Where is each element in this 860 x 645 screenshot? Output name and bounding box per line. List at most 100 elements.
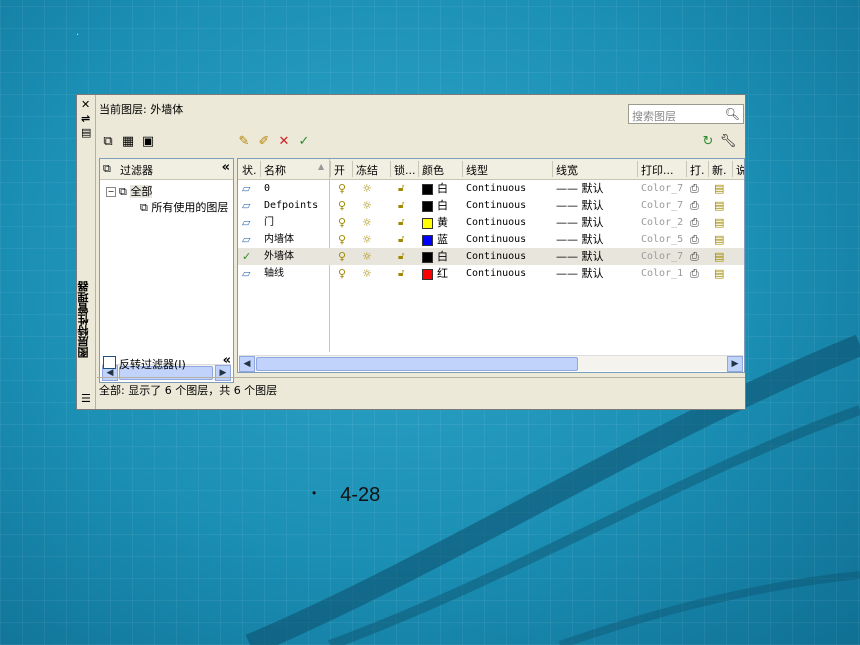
- column-header[interactable]: 开: [334, 162, 345, 178]
- new-vp-freeze-icon[interactable]: ▤: [714, 181, 724, 196]
- new-filter-icon[interactable]: ⧉: [99, 132, 117, 150]
- on-bulb-icon[interactable]: ♀: [338, 181, 346, 196]
- column-header[interactable]: 说: [736, 162, 744, 178]
- column-header[interactable]: 冻结: [356, 162, 378, 178]
- linetype[interactable]: Continuous: [466, 249, 526, 264]
- new-vp-freeze-icon[interactable]: ▤: [714, 215, 724, 230]
- on-bulb-icon[interactable]: ♀: [338, 266, 346, 281]
- plot-printer-icon[interactable]: ⎙: [690, 249, 699, 264]
- lineweight[interactable]: —— 默认: [556, 266, 604, 281]
- linetype[interactable]: Continuous: [466, 198, 526, 213]
- thaw-sun-icon[interactable]: ☼: [362, 249, 372, 264]
- new-vp-freeze-icon[interactable]: ▤: [714, 266, 724, 281]
- layer-color[interactable]: 白: [422, 249, 448, 264]
- column-header[interactable]: 线型: [466, 162, 488, 178]
- tree-collapse-icon[interactable]: −: [106, 187, 116, 197]
- thaw-sun-icon[interactable]: ☼: [362, 198, 372, 213]
- new-layer-icon[interactable]: ✎: [235, 132, 253, 150]
- column-separator[interactable]: [418, 161, 419, 177]
- layer-color[interactable]: 蓝: [422, 232, 448, 247]
- plot-printer-icon[interactable]: ⎙: [690, 181, 699, 196]
- plot-printer-icon[interactable]: ⎙: [690, 266, 699, 281]
- column-separator[interactable]: [260, 161, 261, 177]
- unlock-icon[interactable]: 🔓︎: [398, 232, 404, 247]
- layer-list-scrollbar[interactable]: ◀ ▶: [237, 355, 745, 372]
- unlock-icon[interactable]: 🔓︎: [398, 181, 404, 196]
- scroll-left-button[interactable]: ◀: [239, 356, 255, 372]
- thaw-sun-icon[interactable]: ☼: [362, 181, 372, 196]
- new-vp-freeze-icon[interactable]: ▤: [714, 232, 724, 247]
- layer-color[interactable]: 白: [422, 198, 448, 213]
- column-separator[interactable]: [390, 161, 391, 177]
- settings-icon[interactable]: 🔧︎: [719, 132, 737, 150]
- unlock-icon[interactable]: 🔓︎: [398, 198, 404, 213]
- search-icon[interactable]: 🔍︎: [725, 107, 740, 121]
- layer-color[interactable]: 红: [422, 266, 448, 281]
- properties-icon[interactable]: ▤: [81, 127, 91, 138]
- thaw-sun-icon[interactable]: ☼: [362, 232, 372, 247]
- group-filter-icon[interactable]: ▦: [119, 132, 137, 150]
- column-separator[interactable]: [352, 161, 353, 177]
- column-separator[interactable]: [732, 161, 733, 177]
- delete-layer-icon[interactable]: ✕: [275, 132, 293, 150]
- new-vp-freeze-icon[interactable]: ▤: [714, 249, 724, 264]
- column-header[interactable]: 状.: [242, 162, 257, 178]
- tree-item-used-layers[interactable]: ⧉ 所有使用的图层: [140, 199, 228, 215]
- column-header[interactable]: 线宽: [556, 162, 578, 178]
- column-header[interactable]: 打.: [690, 162, 705, 178]
- layer-color[interactable]: 白: [422, 181, 448, 196]
- layer-name[interactable]: 内墙体: [264, 232, 294, 247]
- column-separator[interactable]: [637, 161, 638, 177]
- on-bulb-icon[interactable]: ♀: [338, 232, 346, 247]
- new-vp-freeze-icon[interactable]: ▤: [714, 198, 724, 213]
- filter-states-icon[interactable]: ▣: [139, 132, 157, 150]
- linetype[interactable]: Continuous: [466, 232, 526, 247]
- lineweight[interactable]: —— 默认: [556, 181, 604, 196]
- column-header[interactable]: 锁...: [394, 162, 416, 178]
- lineweight[interactable]: —— 默认: [556, 232, 604, 247]
- hscroll-track[interactable]: ◀ ▶: [239, 355, 743, 372]
- thaw-sun-icon[interactable]: ☼: [362, 266, 372, 281]
- plot-printer-icon[interactable]: ⎙: [690, 232, 699, 247]
- layer-row[interactable]: ▱ 内墙体 ♀ ☼ 🔓︎ 蓝 Continuous —— 默认 Color_5 ⎙ ▤: [238, 231, 744, 248]
- scroll-thumb[interactable]: [256, 357, 578, 371]
- thaw-sun-icon[interactable]: ☼: [362, 215, 372, 230]
- unlock-icon[interactable]: 🔓︎: [398, 249, 404, 264]
- lineweight[interactable]: —— 默认: [556, 249, 604, 264]
- layer-name[interactable]: 0: [264, 181, 270, 196]
- layer-row[interactable]: ▱ Defpoints ♀ ☼ 🔓︎ 白 Continuous —— 默认 Color_7 ⎙ ▤: [238, 197, 744, 214]
- lineweight[interactable]: —— 默认: [556, 215, 604, 230]
- linetype[interactable]: Continuous: [466, 266, 526, 281]
- column-separator[interactable]: [686, 161, 687, 177]
- linetype[interactable]: Continuous: [466, 215, 526, 230]
- layer-row[interactable]: ▱ 0 ♀ ☼ 🔓︎ 白 Continuous —— 默认 Color_7 ⎙ ▤: [238, 180, 744, 197]
- column-separator[interactable]: [462, 161, 463, 177]
- layer-name[interactable]: 轴线: [264, 266, 284, 281]
- collapse-button[interactable]: «: [223, 353, 231, 368]
- column-header[interactable]: 名称: [264, 162, 286, 178]
- layer-name[interactable]: 门: [264, 215, 274, 230]
- column-header[interactable]: 打印...: [641, 162, 674, 178]
- on-bulb-icon[interactable]: ♀: [338, 249, 346, 264]
- new-vp-layer-icon[interactable]: ✐: [255, 132, 273, 150]
- scroll-right-button[interactable]: ▶: [727, 356, 743, 372]
- collapse-pane-button[interactable]: «: [222, 160, 230, 175]
- layer-name[interactable]: 外墙体: [264, 249, 294, 264]
- invert-filter-checkbox[interactable]: [103, 356, 116, 369]
- plot-printer-icon[interactable]: ⎙: [690, 215, 699, 230]
- tree-item-all[interactable]: − ⧉ 全部: [106, 183, 153, 199]
- column-separator[interactable]: [552, 161, 553, 177]
- set-current-icon[interactable]: ✓: [295, 132, 313, 150]
- on-bulb-icon[interactable]: ♀: [338, 198, 346, 213]
- plot-printer-icon[interactable]: ⎙: [690, 198, 699, 213]
- search-layer-input[interactable]: 搜索图层 🔍︎: [628, 104, 744, 124]
- layer-row[interactable]: ✓ 外墙体 ♀ ☼ 🔓︎ 白 Continuous —— 默认 Color_7 ⎙ ▤: [238, 248, 744, 265]
- column-separator[interactable]: [708, 161, 709, 177]
- auto-hide-icon[interactable]: ⇌: [81, 113, 90, 124]
- refresh-icon[interactable]: ↻: [699, 132, 717, 150]
- column-header[interactable]: 新.: [712, 162, 727, 178]
- unlock-icon[interactable]: 🔓︎: [398, 215, 404, 230]
- layer-name[interactable]: Defpoints: [264, 198, 318, 213]
- layer-row[interactable]: ▱ 门 ♀ ☼ 🔓︎ 黄 Continuous —— 默认 Color_2 ⎙ ▤: [238, 214, 744, 231]
- on-bulb-icon[interactable]: ♀: [338, 215, 346, 230]
